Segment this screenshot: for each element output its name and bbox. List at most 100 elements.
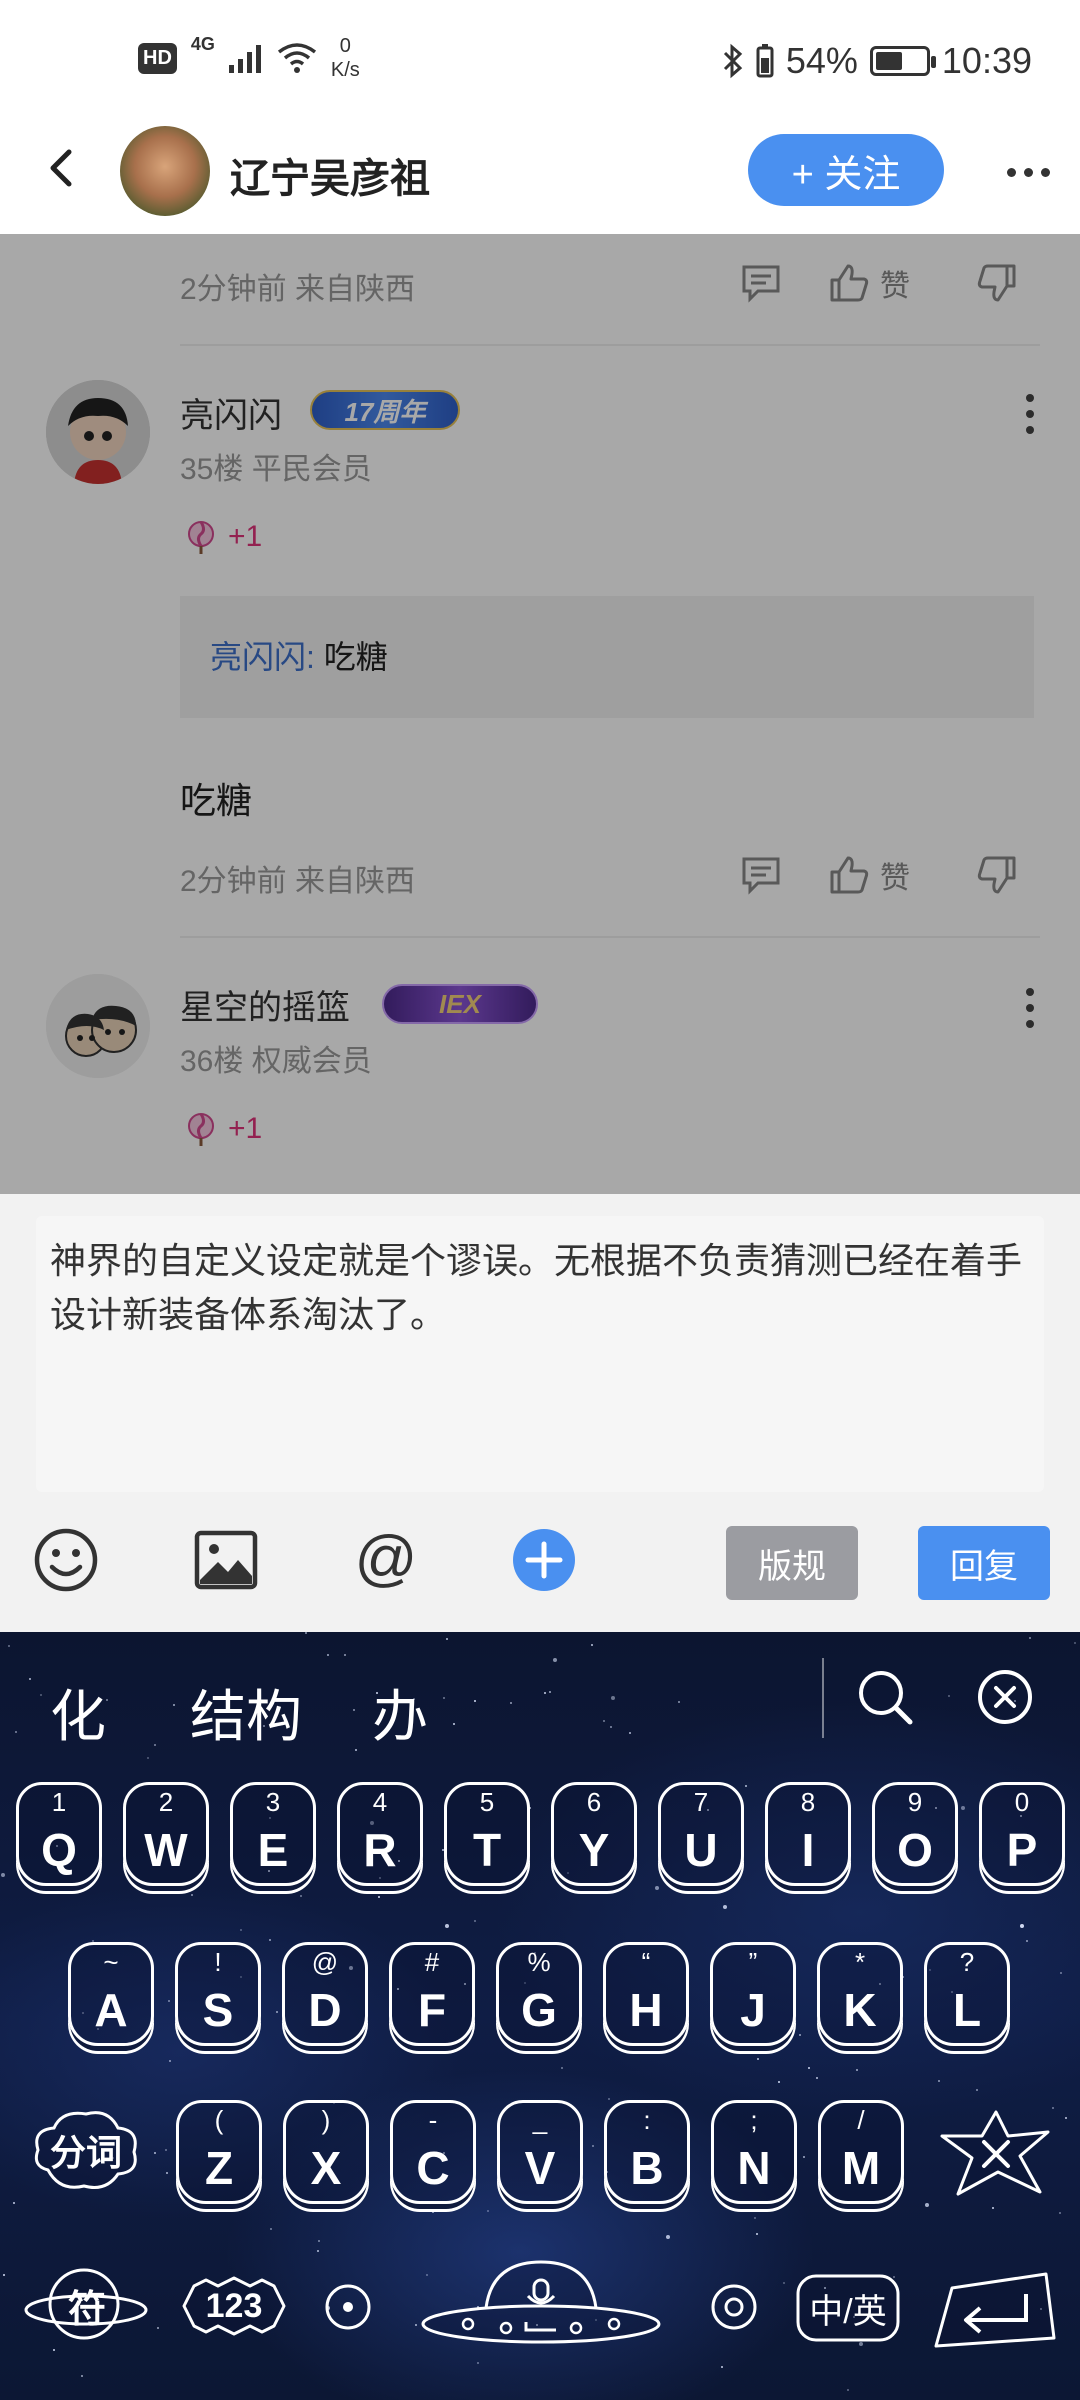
candidate-word[interactable]: 结构 <box>190 1672 302 1753</box>
period-key-icon <box>711 2284 757 2330</box>
key-letter: B <box>630 2142 664 2194</box>
star-dot <box>1060 1972 1062 1974</box>
key-t[interactable]: 5T <box>444 1782 530 1886</box>
space-key[interactable] <box>416 2256 666 2360</box>
key-q[interactable]: 1Q <box>16 1782 102 1886</box>
key-letter: Y <box>578 1824 610 1876</box>
more-dot <box>1006 167 1016 177</box>
more-attachments-button[interactable] <box>508 1524 580 1596</box>
key-letter: H <box>629 1984 663 2036</box>
close-circle-icon <box>978 1670 1032 1724</box>
key-letter: L <box>952 1984 982 2036</box>
key-i[interactable]: 8I <box>765 1782 851 1886</box>
key-l[interactable]: ? L <box>924 1942 1010 2046</box>
key-y[interactable]: 6Y <box>551 1782 637 1886</box>
backspace-key[interactable] <box>936 2106 1056 2202</box>
key-s[interactable]: ! S <box>175 1942 261 2046</box>
key-j[interactable]: ” J <box>710 1942 796 2046</box>
key-n[interactable]: ; N <box>711 2100 797 2204</box>
star-dot <box>270 2228 272 2230</box>
key-d[interactable]: @ D <box>282 1942 368 2046</box>
status-left: HD 4G 0 K/s <box>138 34 360 82</box>
author-avatar[interactable] <box>120 126 210 216</box>
image-icon <box>194 1530 258 1590</box>
key-u[interactable]: 7U <box>658 1782 744 1886</box>
key-k[interactable]: * K <box>817 1942 903 2046</box>
star-dot <box>847 2389 849 2391</box>
key-r[interactable]: 4R <box>337 1782 423 1886</box>
comma-key[interactable] <box>318 2272 378 2342</box>
battery-saver-icon <box>756 44 774 78</box>
key-z[interactable]: (Z <box>176 2100 262 2204</box>
language-switch-key[interactable]: 中/英 <box>790 2268 906 2348</box>
emoji-button[interactable] <box>30 1524 102 1596</box>
backspace-star-icon <box>940 2110 1050 2196</box>
symbol-key[interactable]: 符 <box>22 2258 152 2352</box>
dim-overlay[interactable] <box>0 234 1080 1194</box>
author-name[interactable]: 辽宁吴彦祖 <box>230 146 430 204</box>
star-dot <box>13 2202 15 2204</box>
number-key[interactable]: 123 <box>176 2266 292 2346</box>
star-dot <box>816 2077 818 2079</box>
language-switch-label: 中/英 <box>809 2292 887 2331</box>
svg-text:@: @ <box>355 1527 418 1593</box>
star-dot <box>721 2366 723 2368</box>
star-dot <box>553 1658 557 1662</box>
key-m[interactable]: / M <box>818 2100 904 2204</box>
key-letter: J <box>740 1984 766 2036</box>
key-secondary-symbol: 4 <box>372 1787 388 1817</box>
star-dot <box>803 2156 805 2158</box>
key-h[interactable]: “H <box>603 1942 689 2046</box>
period-key[interactable] <box>704 2272 764 2342</box>
back-button[interactable] <box>30 138 90 198</box>
key-v[interactable]: _ V <box>497 2100 583 2204</box>
key-letter: S <box>202 1984 234 2036</box>
keyboard-search-button[interactable] <box>850 1662 920 1732</box>
key-b[interactable]: :B <box>604 2100 690 2204</box>
candidate-separator <box>822 1658 824 1738</box>
key-f[interactable]: # F <box>389 1942 475 2046</box>
star-dot <box>8 1645 10 1647</box>
key-letter: F <box>417 1984 447 2036</box>
key-a[interactable]: ~ A <box>68 1942 154 2046</box>
star-dot <box>592 2145 594 2147</box>
reply-submit-button[interactable]: 回复 <box>918 1526 1050 1600</box>
key-secondary-symbol: 7 <box>693 1787 709 1817</box>
star-dot <box>474 1700 476 1702</box>
status-right: 54% 10:39 <box>722 40 1032 82</box>
key-p[interactable]: 0P <box>979 1782 1065 1886</box>
key-c[interactable]: -C <box>390 2100 476 2204</box>
segment-key-label: 分词 <box>49 2132 122 2173</box>
star-dot <box>166 2172 168 2174</box>
comma-key-icon <box>325 2284 371 2330</box>
key-x[interactable]: ) X <box>283 2100 369 2204</box>
candidate-word[interactable]: 化 <box>50 1672 106 1753</box>
key-e[interactable]: 3E <box>230 1782 316 1886</box>
key-secondary-symbol: : <box>643 2105 651 2135</box>
star-dot <box>300 1895 302 1897</box>
soft-keyboard: 化 结构 办 1Q2W3E4R5T6Y7U8I9O0P ~ A! S @ D # F% G “H… <box>0 1632 1080 2400</box>
star-dot <box>992 2207 994 2209</box>
key-o[interactable]: 9O <box>872 1782 958 1886</box>
image-button[interactable] <box>190 1524 262 1596</box>
mention-button[interactable]: @ <box>350 1524 422 1596</box>
key-letter: I <box>801 1824 815 1876</box>
star-dot <box>269 1939 271 1941</box>
wifi-icon <box>277 43 316 73</box>
reply-input[interactable]: 神界的自定义设定就是个谬误。无根据不负责猜测已经在着手设计新装备体系淘汰了。 <box>36 1216 1044 1492</box>
key-g[interactable]: % G <box>496 1942 582 2046</box>
enter-key[interactable] <box>926 2258 1064 2358</box>
star-dot <box>344 1654 346 1656</box>
more-dot <box>1040 167 1050 177</box>
close-candidates-button[interactable] <box>970 1662 1040 1732</box>
candidate-word[interactable]: 办 <box>372 1672 428 1753</box>
net-speed-value: 0 <box>339 35 351 57</box>
forum-rules-button[interactable]: 版规 <box>726 1526 858 1600</box>
more-options-button[interactable] <box>998 142 1058 202</box>
key-letter: M <box>841 2142 881 2194</box>
key-w[interactable]: 2W <box>123 1782 209 1886</box>
thread-header: 辽宁吴彦祖 + 关注 <box>0 110 1080 234</box>
follow-button[interactable]: + 关注 <box>748 134 944 206</box>
star-dot <box>405 2044 407 2046</box>
segment-key[interactable]: 分词 <box>28 2100 144 2200</box>
